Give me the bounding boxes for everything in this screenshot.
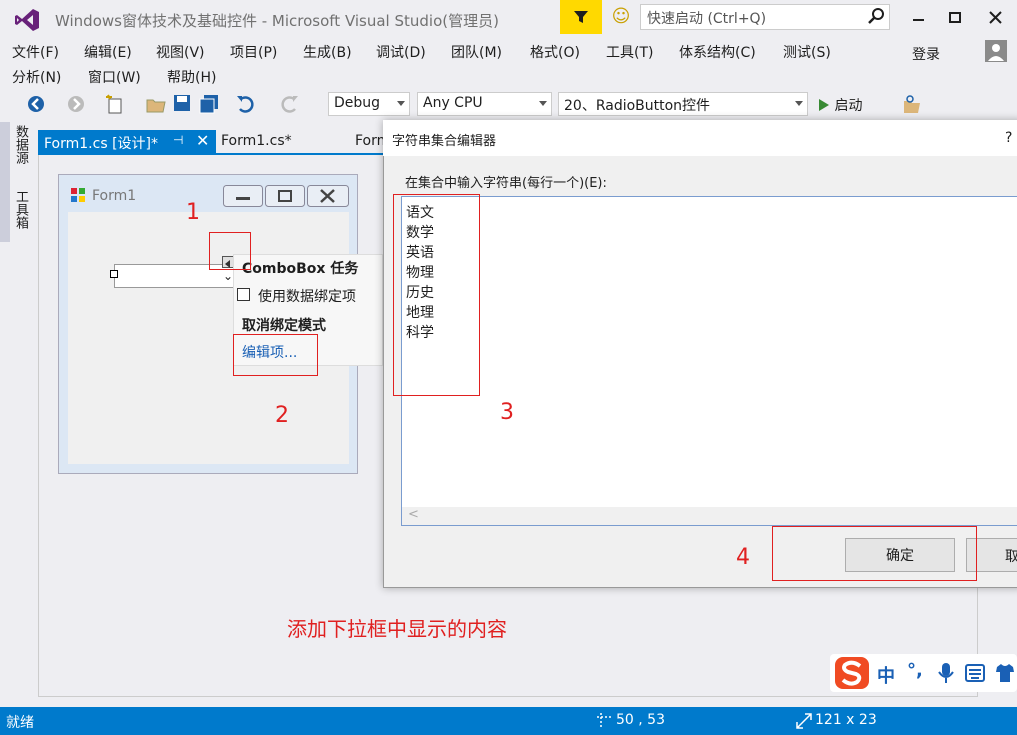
- open-folder-icon[interactable]: [145, 93, 167, 115]
- tab-form1-design[interactable]: Form1.cs [设计]* ⊣ ✕: [38, 130, 216, 154]
- status-position: 50 , 53: [616, 712, 665, 728]
- menu-project[interactable]: 项目(P): [230, 42, 277, 62]
- tab-toolbox[interactable]: 工具箱: [10, 190, 30, 229]
- form-minimize-icon: [223, 185, 263, 207]
- find-in-files-icon[interactable]: [902, 95, 922, 115]
- redo-icon[interactable]: [278, 93, 300, 115]
- form-close-icon: [307, 185, 349, 207]
- horizontal-scrollbar[interactable]: <: [402, 507, 1017, 525]
- dialog-input-label: 在集合中输入字符串(每行一个)(E):: [405, 176, 607, 191]
- back-icon[interactable]: [26, 94, 46, 114]
- chevron-down-icon: [397, 101, 405, 106]
- skin-shirt-icon[interactable]: [995, 663, 1015, 683]
- startup-project-select[interactable]: 20、RadioButton控件: [558, 92, 808, 116]
- forward-icon[interactable]: [66, 94, 86, 114]
- annotation-box-2: [233, 334, 318, 376]
- annotation-number-2: 2: [275, 403, 289, 428]
- pin-icon[interactable]: ⊣: [173, 133, 183, 147]
- menu-debug[interactable]: 调试(D): [376, 42, 426, 62]
- maximize-icon[interactable]: [935, 4, 975, 32]
- tasks-title: ComboBox 任务: [242, 261, 359, 277]
- menu-tools[interactable]: 工具(T): [606, 42, 653, 62]
- chevron-down-icon: [795, 101, 803, 106]
- undo-icon[interactable]: [235, 93, 257, 115]
- ime-punct[interactable]: °,: [907, 660, 923, 681]
- close-icon[interactable]: [975, 4, 1015, 32]
- size-icon: [796, 713, 812, 729]
- new-project-icon[interactable]: [104, 93, 126, 115]
- status-ready: 就绪: [6, 715, 34, 731]
- annotation-number-3: 3: [500, 400, 514, 425]
- menu-team[interactable]: 团队(M): [451, 42, 502, 62]
- close-tab-icon[interactable]: ✕: [196, 131, 209, 150]
- data-bound-label: 使用数据绑定项: [258, 289, 356, 305]
- tab-label: Form1.cs [设计]*: [44, 136, 158, 152]
- dialog-title: 字符串集合编辑器: [392, 134, 497, 149]
- menu-file[interactable]: 文件(F): [12, 42, 59, 62]
- annotation-box-4: [772, 526, 977, 581]
- ime-mode[interactable]: 中: [877, 662, 895, 688]
- solution-config-value: Debug: [334, 95, 381, 111]
- menu-test[interactable]: 测试(S): [783, 42, 831, 62]
- play-icon: [819, 99, 829, 111]
- visual-studio-logo-icon: [15, 9, 39, 31]
- resize-handle[interactable]: [110, 270, 118, 278]
- start-debug-button[interactable]: 启动: [818, 95, 862, 115]
- login-link[interactable]: 登录: [912, 44, 940, 64]
- keyboard-icon[interactable]: [965, 664, 985, 682]
- form-icon: [71, 188, 85, 202]
- window-title: Windows窗体技术及基础控件 - Microsoft Visual Stud…: [55, 12, 499, 30]
- strings-textarea[interactable]: 语文 数学 英语 物理 历史 地理 科学 <: [401, 196, 1017, 526]
- status-size: 121 x 23: [815, 712, 877, 728]
- annotation-box-3: [393, 194, 480, 396]
- chevron-down-icon: ⌄: [222, 269, 233, 283]
- help-button[interactable]: ?: [1005, 130, 1012, 146]
- minimize-icon[interactable]: [898, 4, 938, 32]
- platform-value: Any CPU: [423, 95, 483, 111]
- start-label: 启动: [834, 98, 863, 114]
- feedback-filter-button[interactable]: [560, 0, 602, 34]
- menu-build[interactable]: 生成(B): [303, 42, 352, 62]
- position-icon: [597, 713, 613, 729]
- solution-config-select[interactable]: Debug: [328, 92, 410, 116]
- menu-analyze[interactable]: 分析(N): [12, 67, 61, 87]
- scroll-left-icon[interactable]: <: [408, 507, 419, 522]
- annotation-caption: 添加下拉框中显示的内容: [287, 617, 507, 641]
- startup-project-value: 20、RadioButton控件: [564, 98, 711, 114]
- menu-help[interactable]: 帮助(H): [167, 67, 216, 87]
- tab-form1-code[interactable]: Form1.cs*: [221, 133, 292, 149]
- menu-architecture[interactable]: 体系结构(C): [679, 42, 756, 62]
- menu-format[interactable]: 格式(O): [530, 42, 580, 62]
- annotation-number-1: 1: [186, 200, 200, 225]
- platform-select[interactable]: Any CPU: [417, 92, 552, 116]
- unbind-mode-label: 取消绑定模式: [242, 318, 326, 334]
- data-bound-checkbox[interactable]: [237, 288, 250, 301]
- search-icon[interactable]: [866, 6, 886, 26]
- user-icon: [988, 44, 1004, 61]
- save-all-icon[interactable]: [198, 93, 220, 115]
- annotation-number-4: 4: [736, 545, 750, 570]
- form-maximize-icon: [265, 185, 305, 207]
- microphone-icon[interactable]: [937, 662, 955, 684]
- chevron-down-icon: [539, 101, 547, 106]
- tab-data-sources[interactable]: 数据源: [10, 125, 30, 164]
- menu-view[interactable]: 视图(V): [156, 42, 205, 62]
- menu-window[interactable]: 窗口(W): [88, 67, 141, 87]
- form-title: Form1: [92, 188, 137, 204]
- filter-icon: [574, 11, 588, 23]
- sogou-logo-icon[interactable]: [835, 657, 869, 689]
- save-icon[interactable]: [172, 93, 192, 113]
- feedback-smiley-icon[interactable]: ☺: [610, 6, 632, 28]
- menu-edit[interactable]: 编辑(E): [84, 42, 132, 62]
- side-strip: [0, 122, 10, 242]
- avatar[interactable]: [985, 40, 1007, 62]
- quick-launch-input[interactable]: 快速启动 (Ctrl+Q): [640, 4, 890, 30]
- annotation-box-1: [209, 232, 251, 270]
